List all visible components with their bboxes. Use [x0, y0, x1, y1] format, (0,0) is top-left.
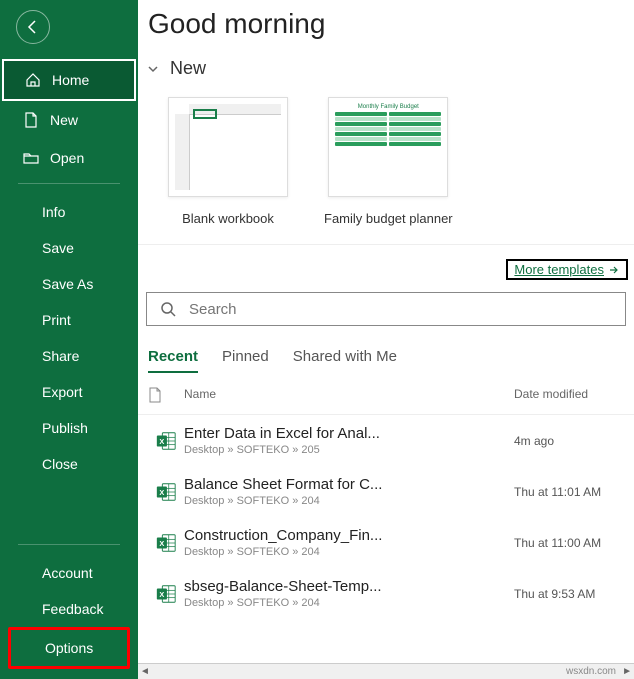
- chevron-down-icon: [146, 62, 160, 76]
- sidebar-item-new[interactable]: New: [0, 101, 138, 139]
- sidebar-item-open[interactable]: Open: [0, 139, 138, 177]
- tab-shared-with-me[interactable]: Shared with Me: [293, 348, 397, 373]
- sidebar-sub-nav: InfoSaveSave AsPrintShareExportPublishCl…: [0, 194, 138, 482]
- sidebar-item-publish[interactable]: Publish: [0, 410, 138, 446]
- excel-file-icon: X: [155, 430, 177, 452]
- file-list: X Enter Data in Excel for Anal... Desktop …: [138, 415, 634, 679]
- file-name: Balance Sheet Format for C...: [184, 476, 424, 493]
- sidebar-item-export[interactable]: Export: [0, 374, 138, 410]
- horizontal-scrollbar[interactable]: ◄ ►: [138, 663, 634, 679]
- excel-file-icon: X: [155, 583, 177, 605]
- scroll-left-icon[interactable]: ◄: [140, 666, 150, 677]
- search-box[interactable]: [146, 292, 626, 326]
- file-path: Desktop » SOFTEKO » 204: [184, 597, 514, 609]
- sidebar-item-home[interactable]: Home: [2, 59, 136, 101]
- file-row[interactable]: Xsbseg-Balance-Sheet-Temp... Desktop » SO…: [138, 568, 634, 619]
- template-thumbnail: Monthly Family Budget: [328, 97, 448, 197]
- main-header: Good morning: [138, 0, 634, 48]
- template-label: Blank workbook: [182, 211, 274, 226]
- search-icon: [159, 300, 177, 318]
- more-templates-link[interactable]: More templates: [506, 259, 628, 280]
- file-row[interactable]: X Enter Data in Excel for Anal... Desktop …: [138, 415, 634, 466]
- template-label: Family budget planner: [324, 211, 453, 226]
- sidebar-item-info[interactable]: Info: [0, 194, 138, 230]
- tab-recent[interactable]: Recent: [148, 348, 198, 373]
- file-row[interactable]: X Balance Sheet Format for C... Desktop » …: [138, 466, 634, 517]
- column-name[interactable]: Name: [184, 387, 514, 406]
- file-date: 4m ago: [514, 434, 634, 448]
- scroll-right-icon[interactable]: ►: [622, 666, 632, 677]
- file-date: Thu at 11:01 AM: [514, 485, 634, 499]
- sidebar-primary-nav: Home New Open: [0, 59, 138, 177]
- sidebar-item-save-as[interactable]: Save As: [0, 266, 138, 302]
- sidebar-item-label: Home: [52, 72, 89, 88]
- page-title: Good morning: [138, 8, 634, 40]
- excel-file-icon: X: [155, 532, 177, 554]
- tab-pinned[interactable]: Pinned: [222, 348, 269, 373]
- file-row[interactable]: X Construction_Company_Fin... Desktop » SO…: [138, 517, 634, 568]
- file-header-icon: [148, 387, 184, 406]
- svg-text:X: X: [159, 538, 164, 547]
- sidebar-divider: [18, 183, 120, 184]
- sidebar: Home New Open InfoSaveSave AsPrintShareExp…: [0, 0, 138, 679]
- main-panel: Good morning New Blank workbook Monthly F…: [138, 0, 634, 679]
- sidebar-item-options[interactable]: Options: [8, 627, 130, 669]
- sidebar-bottom-nav: AccountFeedbackOptions: [0, 555, 138, 669]
- search-input[interactable]: [189, 301, 613, 318]
- sidebar-item-label: New: [50, 112, 78, 128]
- file-path: Desktop » SOFTEKO » 205: [184, 444, 514, 456]
- file-name: Construction_Company_Fin...: [184, 527, 424, 544]
- sidebar-item-account[interactable]: Account: [0, 555, 138, 591]
- template-gallery: Blank workbook Monthly Family Budget Famil…: [138, 89, 634, 226]
- svg-text:X: X: [159, 436, 164, 445]
- recent-tabs: Recent Pinned Shared with Me: [138, 326, 634, 373]
- sidebar-item-share[interactable]: Share: [0, 338, 138, 374]
- sidebar-item-save[interactable]: Save: [0, 230, 138, 266]
- sidebar-divider: [18, 544, 120, 545]
- sidebar-item-print[interactable]: Print: [0, 302, 138, 338]
- more-templates-row: More templates: [138, 244, 634, 286]
- file-date: Thu at 11:00 AM: [514, 536, 634, 550]
- column-date[interactable]: Date modified: [514, 387, 634, 406]
- home-icon: [24, 71, 42, 89]
- file-name: sbseg-Balance-Sheet-Temp...: [184, 578, 424, 595]
- new-section-title: New: [170, 58, 206, 79]
- sidebar-item-close[interactable]: Close: [0, 446, 138, 482]
- file-name: Enter Data in Excel for Anal...: [184, 425, 424, 442]
- svg-text:X: X: [159, 589, 164, 598]
- template-thumbnail: [168, 97, 288, 197]
- arrow-right-icon: [608, 265, 620, 275]
- file-path: Desktop » SOFTEKO » 204: [184, 495, 514, 507]
- svg-text:X: X: [159, 487, 164, 496]
- file-date: Thu at 9:53 AM: [514, 587, 634, 601]
- open-folder-icon: [22, 149, 40, 167]
- arrow-left-icon: [25, 19, 41, 35]
- excel-file-icon: X: [155, 481, 177, 503]
- file-path: Desktop » SOFTEKO » 204: [184, 546, 514, 558]
- new-doc-icon: [22, 111, 40, 129]
- back-button[interactable]: [16, 10, 50, 44]
- file-list-header: Name Date modified: [138, 373, 634, 415]
- watermark: wsxdn.com: [566, 666, 616, 677]
- more-templates-label: More templates: [514, 262, 604, 277]
- sidebar-item-label: Open: [50, 150, 84, 166]
- template-blank[interactable]: Blank workbook: [168, 97, 288, 226]
- template-budget[interactable]: Monthly Family Budget Family budget plann…: [324, 97, 453, 226]
- sidebar-item-feedback[interactable]: Feedback: [0, 591, 138, 627]
- new-section-header[interactable]: New: [138, 48, 634, 89]
